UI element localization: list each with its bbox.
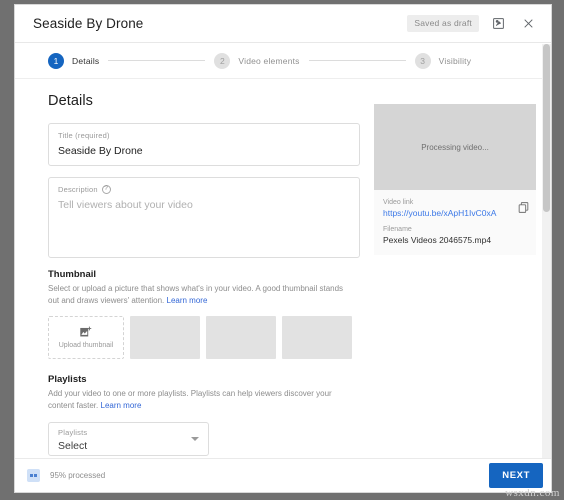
dialog-footer: 95% processed NEXT [15, 458, 551, 492]
upload-thumbnail-label: Upload thumbnail [58, 341, 114, 349]
next-button[interactable]: NEXT [489, 463, 543, 488]
help-icon[interactable]: ? [101, 185, 111, 194]
stepper-divider [308, 60, 406, 61]
upload-dialog: Seaside By Drone Saved as draft 1 Detail… [14, 4, 552, 493]
step-label: Details [72, 55, 100, 66]
thumbnail-options: Upload thumbnail [48, 315, 360, 359]
details-column: Details Title (required) Seaside By Dron… [48, 93, 360, 458]
video-link-value[interactable]: https://youtu.be/xApH1IvC0xA [383, 208, 527, 218]
processed-status-text: 95% processed [50, 471, 106, 480]
title-field-value: Seaside By Drone [58, 145, 143, 157]
step-label: Video elements [238, 55, 300, 66]
playlists-description: Add your video to one or more playlists.… [48, 388, 356, 413]
description-field-label: Description ? [58, 185, 350, 194]
thumbnail-placeholder-1[interactable] [130, 315, 200, 359]
video-link-label: Video link [383, 199, 414, 206]
thumbnail-description: Select or upload a picture that shows wh… [48, 283, 356, 308]
scrollbar-thumb[interactable] [543, 44, 550, 212]
step-label: Visibility [438, 55, 472, 66]
playlists-section: Playlists Add your video to one or more … [48, 374, 360, 456]
thumbnail-learn-more-link[interactable]: Learn more [167, 296, 208, 305]
thumbnail-placeholder-2[interactable] [206, 315, 276, 359]
playlists-title: Playlists [48, 373, 87, 385]
playlists-select[interactable]: Playlists Select [48, 421, 209, 456]
section-title: Details [48, 93, 94, 109]
chevron-down-icon[interactable] [191, 436, 199, 441]
video-card: Processing video... Video link https://y… [374, 104, 536, 255]
close-icon[interactable] [517, 13, 539, 35]
dialog-body: Details Title (required) Seaside By Dron… [15, 79, 551, 458]
video-preview: Processing video... [374, 104, 536, 190]
stepper: 1 Details 2 Video elements 3 Visibility [15, 43, 551, 79]
filename-label: Filename [383, 226, 412, 233]
video-column: Processing video... Video link https://y… [360, 93, 536, 458]
title-field[interactable]: Title (required) Seaside By Drone [48, 123, 360, 166]
thumbnail-placeholder-3[interactable] [282, 315, 352, 359]
title-field-label: Title (required) [58, 131, 110, 140]
stepper-step-visibility[interactable]: 3 Visibility [414, 52, 472, 69]
stepper-divider [108, 60, 206, 61]
dialog-header: Seaside By Drone Saved as draft [15, 5, 551, 43]
processing-video-text: Processing video... [421, 142, 489, 152]
feedback-icon[interactable] [487, 13, 509, 35]
filename-group: Filename Pexels Videos 2046575.mp4 [383, 226, 527, 245]
video-meta: Video link https://youtu.be/xApH1IvC0xA … [374, 190, 536, 255]
copy-icon[interactable] [517, 201, 530, 219]
processing-icon [27, 469, 40, 482]
step-number: 3 [414, 52, 431, 69]
filename-value: Pexels Videos 2046575.mp4 [383, 235, 492, 245]
playlists-description-text: Add your video to one or more playlists.… [48, 388, 332, 411]
thumbnail-section: Thumbnail Select or upload a picture tha… [48, 269, 360, 359]
header-actions: Saved as draft [407, 13, 539, 35]
watermark: wsxdn.com [505, 487, 560, 499]
image-add-icon [80, 326, 92, 337]
status-badge: Saved as draft [407, 15, 479, 32]
description-label-text: Description [58, 185, 98, 194]
description-placeholder: Tell viewers about your video [58, 199, 193, 211]
playlists-select-value: Select [58, 439, 88, 452]
stepper-step-details[interactable]: 1 Details [48, 52, 100, 69]
video-link-group: Video link https://youtu.be/xApH1IvC0xA [383, 199, 527, 218]
stepper-step-video-elements[interactable]: 2 Video elements [214, 52, 300, 69]
description-field[interactable]: Description ? Tell viewers about your vi… [48, 177, 360, 258]
page-title: Seaside By Drone [33, 16, 144, 31]
playlists-learn-more-link[interactable]: Learn more [101, 401, 142, 410]
upload-thumbnail-button[interactable]: Upload thumbnail [48, 315, 124, 359]
step-number: 1 [48, 52, 64, 69]
thumbnail-title: Thumbnail [48, 269, 97, 280]
step-number: 2 [214, 52, 231, 69]
playlists-select-label: Playlists [58, 427, 88, 437]
scrollbar-track[interactable] [542, 44, 551, 458]
